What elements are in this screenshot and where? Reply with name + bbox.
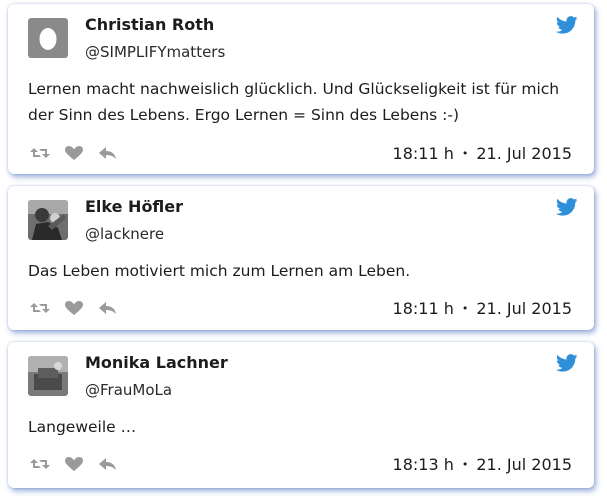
tweet-date: 21. Jul 2015 bbox=[476, 455, 572, 474]
avatar[interactable] bbox=[28, 200, 68, 240]
author-name[interactable]: Elke Höfler bbox=[85, 197, 183, 216]
separator-dot: • bbox=[461, 302, 469, 315]
like-icon[interactable] bbox=[64, 145, 84, 161]
twitter-bird-icon[interactable] bbox=[556, 198, 578, 216]
author-name[interactable]: Christian Roth bbox=[85, 15, 214, 34]
tweet-text: Das Leben motiviert mich zum Lernen am L… bbox=[28, 262, 411, 280]
twitter-bird-icon[interactable] bbox=[556, 16, 578, 34]
tweet-time: 18:11 h bbox=[392, 144, 454, 163]
author-handle[interactable]: @lacknere bbox=[85, 225, 164, 243]
like-icon[interactable] bbox=[64, 300, 84, 316]
reply-icon[interactable] bbox=[98, 456, 118, 472]
tweet-card: Elke Höfler @lacknere Das Leben motivier… bbox=[8, 186, 594, 330]
tweet-text: Langeweile … bbox=[28, 418, 137, 436]
tweet-timestamp[interactable]: 18:11 h • 21. Jul 2015 bbox=[393, 299, 572, 318]
avatar[interactable] bbox=[28, 18, 68, 58]
photo-avatar-icon bbox=[28, 200, 68, 240]
reply-icon[interactable] bbox=[98, 300, 118, 316]
tweet-time: 18:13 h bbox=[392, 455, 454, 474]
retweet-icon[interactable] bbox=[30, 300, 50, 316]
tweet-actions bbox=[30, 456, 132, 472]
photo-avatar-icon bbox=[28, 356, 68, 396]
separator-dot: • bbox=[461, 458, 469, 471]
retweet-icon[interactable] bbox=[30, 456, 50, 472]
like-icon[interactable] bbox=[64, 456, 84, 472]
tweet-date: 21. Jul 2015 bbox=[476, 299, 572, 318]
tweet-timestamp[interactable]: 18:13 h • 21. Jul 2015 bbox=[393, 455, 572, 474]
tweet-actions bbox=[30, 145, 132, 161]
twitter-bird-icon[interactable] bbox=[556, 354, 578, 372]
tweet-actions bbox=[30, 300, 132, 316]
tweet-text: Lernen macht nachweislich glücklich. Und… bbox=[28, 80, 560, 124]
tweet-card: Monika Lachner @FrauMoLa Langeweile … 18… bbox=[8, 342, 594, 488]
retweet-icon[interactable] bbox=[30, 145, 50, 161]
separator-dot: • bbox=[461, 147, 469, 160]
tweet-timestamp[interactable]: 18:11 h • 21. Jul 2015 bbox=[393, 144, 572, 163]
tweet-date: 21. Jul 2015 bbox=[476, 144, 572, 163]
author-handle[interactable]: @FrauMoLa bbox=[85, 381, 172, 399]
tweet-card: Christian Roth @SIMPLIFYmatters Lernen m… bbox=[8, 4, 594, 174]
avatar[interactable] bbox=[28, 356, 68, 396]
default-egg-avatar-icon bbox=[28, 18, 68, 58]
author-handle[interactable]: @SIMPLIFYmatters bbox=[85, 43, 225, 61]
tweet-feed: Christian Roth @SIMPLIFYmatters Lernen m… bbox=[0, 0, 607, 503]
tweet-time: 18:11 h bbox=[392, 299, 454, 318]
author-name[interactable]: Monika Lachner bbox=[85, 353, 228, 372]
reply-icon[interactable] bbox=[98, 145, 118, 161]
